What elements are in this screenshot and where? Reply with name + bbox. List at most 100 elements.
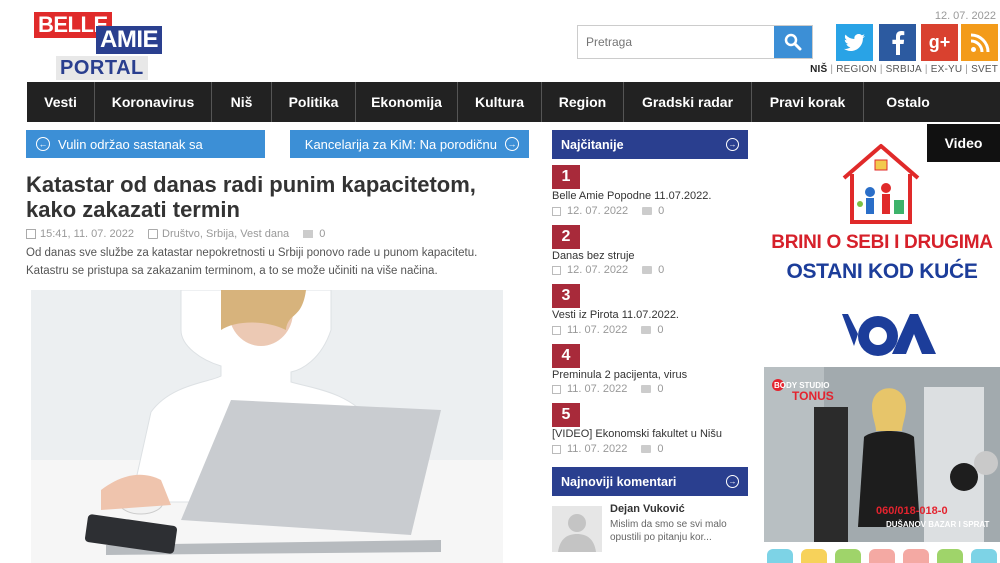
calendar-icon [26,229,36,239]
calendar-icon [552,325,561,335]
site-logo[interactable]: BELLE AMIE PORTAL [34,12,179,80]
most-read-title: Najčitanije [561,137,624,152]
most-read-item-date: 12. 07. 2022 [567,264,629,276]
nav-item-ostalo[interactable]: Ostalo [864,82,952,122]
twitter-icon [843,33,865,51]
most-read-item-date: 11. 07. 2022 [567,324,628,336]
region-link-srbija[interactable]: SRBIJA [886,64,922,75]
stay-home-ad[interactable]: BRINI O SEBI I DRUGIMA OSTANI KOD KUĆE [764,140,1000,365]
next-article-label: Kancelarija za KiM: Na porodičnu [304,136,497,152]
comment-icon [642,266,653,274]
most-read-item-comments: 0 [657,443,664,455]
facebook-button[interactable] [879,24,916,61]
most-read-item-title[interactable]: Preminula 2 pacijenta, virus [552,369,687,381]
prev-article-label: Vulin održao sastanak sa [58,136,203,152]
most-read-item-date: 12. 07. 2022 [567,205,629,217]
twitter-button[interactable] [836,24,873,61]
nav-item-nis[interactable]: Niš [212,82,272,122]
zodiac-icon[interactable] [937,549,963,563]
article-time: 15:41, 11. 07. 2022 [40,228,134,240]
arrow-left-icon: ← [36,137,50,151]
nav-item-koronavirus[interactable]: Koronavirus [95,82,212,122]
nav-item-ekonomija[interactable]: Ekonomija [356,82,458,122]
most-read-item-comments: 0 [657,324,664,336]
nav-item-region[interactable]: Region [542,82,624,122]
current-date: 12. 07. 2022 [934,10,996,22]
body-studio-ad[interactable]: BODY STUDIO TONUS 060/018-018-0 DUŠANOV … [764,367,1000,542]
folder-icon [148,229,158,239]
google-plus-icon: g+ [928,32,951,52]
google-plus-button[interactable]: g+ [921,24,958,61]
most-read-item-title[interactable]: Belle Amie Popodne 11.07.2022. [552,190,711,202]
rank-badge: 2 [552,225,580,249]
nav-item-kultura[interactable]: Kultura [458,82,542,122]
comment-text[interactable]: Mislim da smo se svi malo opustili po pi… [610,518,740,544]
house-icon [842,144,920,224]
zodiac-icon[interactable] [869,549,895,563]
comment-author[interactable]: Dejan Vuković [610,503,685,515]
article-categories[interactable]: Društvo, Srbija, Vest dana [162,228,289,240]
nav-item-politika[interactable]: Politika [272,82,356,122]
most-read-item-title[interactable]: Vesti iz Pirota 11.07.2022. [552,309,679,321]
search-icon [784,33,802,51]
latest-comments-header[interactable]: Najnoviji komentari → [552,467,748,496]
most-read-item-meta: 11. 07. 2022 0 [552,383,663,395]
rss-button[interactable] [961,24,998,61]
voa-logo [820,314,936,356]
most-read-item-comments: 0 [657,383,664,395]
most-read-item-meta: 11. 07. 2022 0 [552,324,663,336]
next-article-button[interactable]: Kancelarija za KiM: Na porodičnu → [290,130,529,158]
ad-brand-name: TONUS [792,389,834,403]
comment-icon [303,230,314,238]
nav-item-pravi-korak[interactable]: Pravi korak [752,82,864,122]
most-read-item-meta: 11. 07. 2022 0 [552,443,663,455]
comment-icon [641,326,652,334]
most-read-item-title[interactable]: Danas bez struje [552,250,635,262]
facebook-icon [891,30,904,55]
most-read-item-date: 11. 07. 2022 [567,443,628,455]
comment-icon [641,385,652,393]
most-read-header[interactable]: Najčitanije → [552,130,748,159]
region-link-region[interactable]: REGION [836,64,877,75]
calendar-icon [552,265,561,275]
ad-address: DUŠANOV BAZAR I SPRAT [886,520,990,529]
logo-amie: AMIE [96,26,162,54]
rank-badge: 5 [552,403,580,427]
search-button[interactable] [774,26,812,58]
zodiac-icon[interactable] [971,549,997,563]
search-box [577,25,813,59]
article-image [31,290,503,563]
arrow-right-icon: → [726,475,739,488]
search-input[interactable] [578,26,774,58]
most-read-item-title[interactable]: [VIDEO] Ekonomski fakultet u Nišu [552,428,722,440]
ad-phone: 060/018-018-0 [876,505,948,517]
article-meta: 15:41, 11. 07. 2022 Društvo, Srbija, Ves… [26,228,325,240]
arrow-right-icon: → [505,137,519,151]
most-read-item-meta: 12. 07. 2022 0 [552,205,664,217]
calendar-icon [552,444,561,454]
zodiac-icon[interactable] [835,549,861,563]
rss-icon [970,33,989,52]
zodiac-icon[interactable] [767,549,793,563]
ad-line-2: OSTANI KOD KUĆE [786,260,978,283]
ad-line-1: BRINI O SEBI I DRUGIMA [771,232,993,253]
region-link-exyu[interactable]: EX-YU [931,64,963,75]
nav-item-gradski-radar[interactable]: Gradski radar [624,82,752,122]
article-title: Katastar od danas radi punim kapacitetom… [26,172,476,222]
nav-item-vesti[interactable]: Vesti [27,82,95,122]
avatar [552,506,602,552]
zodiac-icon[interactable] [801,549,827,563]
prev-article-button[interactable]: ← Vulin održao sastanak sa [26,130,265,158]
region-link-svet[interactable]: SVET [971,64,998,75]
zodiac-icon[interactable] [903,549,929,563]
latest-comments-title: Najnoviji komentari [561,474,677,489]
region-link-nis[interactable]: NIŠ [810,64,827,75]
article-comment-count[interactable]: 0 [319,228,325,240]
main-nav: Vesti Koronavirus Niš Politika Ekonomija… [27,82,1000,122]
comment-icon [642,207,653,215]
calendar-icon [552,206,561,216]
most-read-item-meta: 12. 07. 2022 0 [552,264,664,276]
article-lead: Od danas sve službe za katastar nepokret… [26,247,478,277]
most-read-item-comments: 0 [658,205,665,217]
rank-badge: 3 [552,284,580,308]
